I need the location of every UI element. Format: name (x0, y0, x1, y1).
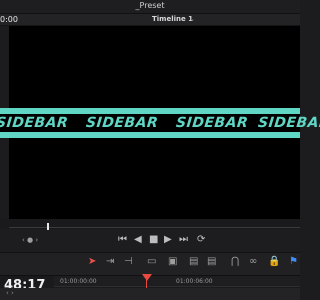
banner-word: SIDEBAR (0, 115, 70, 131)
ruler-label: 01:00:00:00 (60, 278, 97, 285)
timeline-selector[interactable]: Timeline 1 (152, 15, 193, 23)
first-frame-icon[interactable]: ⏮ (118, 234, 127, 246)
selection-arrow-icon[interactable]: ➤ (88, 256, 96, 267)
overwrite-clip-icon[interactable]: ▣ (168, 256, 177, 267)
scrubber-track[interactable] (9, 227, 300, 228)
stop-icon[interactable]: ■ (149, 234, 158, 246)
replace-clip-icon[interactable]: ▤ (207, 256, 216, 267)
link-icon[interactable]: ∞ (249, 256, 257, 267)
banner-word: SIDEBAR (257, 115, 320, 131)
track-area[interactable] (0, 288, 300, 300)
timeline-playhead-handle[interactable] (142, 274, 152, 281)
chevron-down-icon[interactable]: ⌄ (189, 15, 195, 23)
trim-icon[interactable]: ⊣ (124, 256, 133, 267)
lock-icon[interactable]: 🔒 (268, 256, 280, 267)
insert-clip-icon[interactable]: ▭ (147, 256, 156, 267)
last-frame-icon[interactable]: ⏭ (179, 234, 188, 246)
blade-edit-icon[interactable]: ⇥ (106, 256, 114, 267)
banner-word: SIDEBAR (175, 115, 250, 131)
track-control[interactable]: ‹ › (6, 289, 14, 297)
reverse-icon[interactable]: ◀ (134, 234, 142, 246)
viewer-header (0, 14, 300, 26)
viewer-timecode: 0:00 (0, 15, 18, 24)
window-title: _Preset (135, 1, 165, 10)
flag-icon[interactable]: ⚑ (289, 256, 298, 267)
replace-clip-icon[interactable]: ▤ (189, 256, 198, 267)
ruler-label: 01:00:06:00 (176, 278, 213, 285)
loop-icon[interactable]: ⟳ (197, 234, 205, 246)
play-icon[interactable]: ▶ (164, 234, 172, 246)
snapping-icon[interactable]: ⋂ (231, 256, 239, 267)
banner-word: SIDEBAR (85, 115, 160, 131)
jog-control[interactable]: ‹ ● › (22, 236, 38, 244)
